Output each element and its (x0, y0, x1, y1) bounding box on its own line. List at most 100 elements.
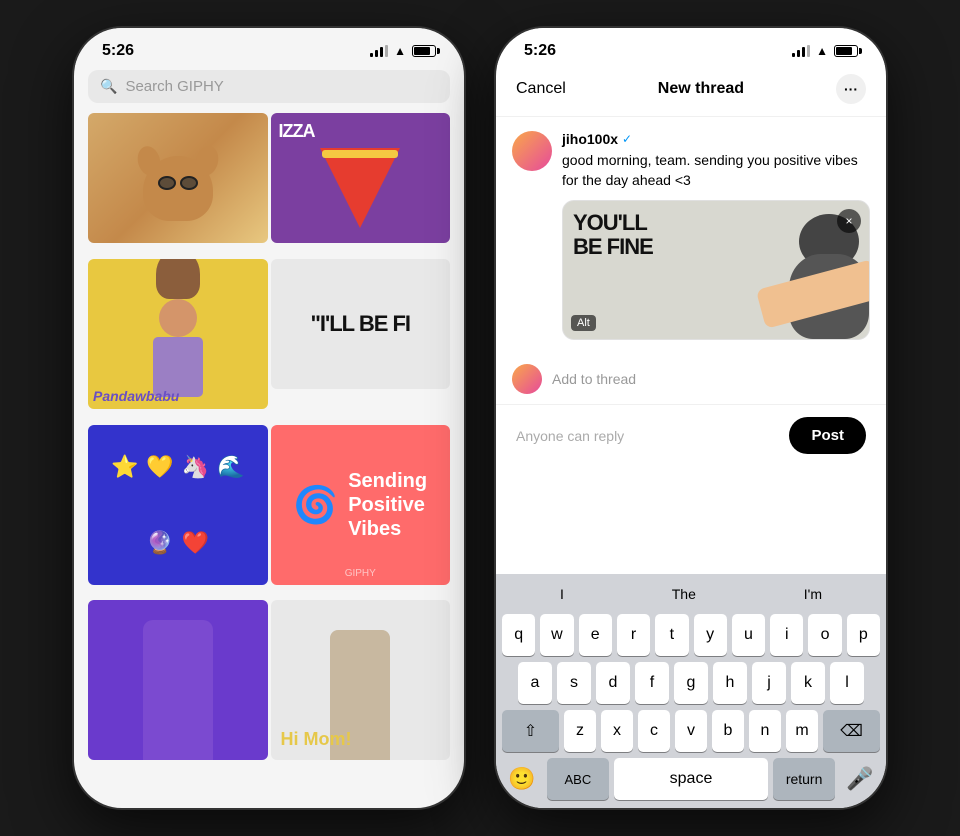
gif-girl[interactable]: Pandawbabu (88, 259, 268, 409)
mic-key[interactable]: 🎤 (840, 759, 880, 799)
new-thread-title: New thread (658, 80, 744, 98)
positive-vibes-text: SendingPositiveVibes (348, 469, 427, 541)
remove-gif-button[interactable]: × (837, 209, 861, 233)
abc-key[interactable]: ABC (547, 758, 609, 800)
key-b[interactable]: b (712, 710, 744, 752)
status-time: 5:26 (102, 42, 134, 60)
status-time-2: 5:26 (524, 42, 556, 60)
pizza-label: IZZA (279, 121, 315, 142)
gif-youll-be-fine[interactable]: "I'LL BE FI (271, 259, 451, 389)
search-placeholder: Search GIPHY (125, 78, 223, 95)
cancel-button[interactable]: Cancel (516, 80, 566, 98)
suggestion-1[interactable]: I (552, 582, 572, 606)
girl-caption: Pandawbabu (93, 388, 179, 404)
key-l[interactable]: l (830, 662, 864, 704)
signal-icon-2 (792, 45, 810, 57)
key-f[interactable]: f (635, 662, 669, 704)
dog-graphic (143, 156, 213, 221)
giphy-search-bar[interactable]: 🔍 Search GIPHY (88, 70, 450, 103)
keyboard-row-1: q w e r t y u i o p (502, 614, 880, 656)
emoji-4: 🌊 (217, 454, 244, 480)
key-w[interactable]: w (540, 614, 573, 656)
threads-footer: Anyone can reply Post (496, 404, 886, 466)
key-t[interactable]: t (655, 614, 688, 656)
battery-icon-2 (834, 45, 858, 57)
space-key[interactable]: space (614, 758, 768, 800)
post-text[interactable]: good morning, team. sending you positive… (562, 151, 870, 190)
key-x[interactable]: x (601, 710, 633, 752)
key-g[interactable]: g (674, 662, 708, 704)
key-m[interactable]: m (786, 710, 818, 752)
suggestion-2[interactable]: The (664, 582, 704, 606)
gif-grid: IZZA Pandawbabu "I'LL BE FI ⭐ 💛 🦄 🌊 🔮 ❤️ (74, 113, 464, 773)
key-n[interactable]: n (749, 710, 781, 752)
woman-graphic (143, 620, 213, 760)
emoji-1: ⭐ (111, 454, 138, 480)
shift-key[interactable]: ⇧ (502, 710, 559, 752)
wifi-icon-2: ▲ (816, 44, 828, 58)
wifi-icon: ▲ (394, 44, 406, 58)
positive-emoji: 🌀 (293, 484, 338, 526)
reply-permission-label: Anyone can reply (516, 428, 624, 444)
emoji-3: 🦄 (182, 454, 209, 480)
keyboard-row-3: ⇧ z x c v b n m ⌫ (502, 710, 880, 752)
key-o[interactable]: o (808, 614, 841, 656)
gif-alt-label[interactable]: Alt (571, 315, 596, 331)
gif-hi-mom[interactable]: Hi Mom! (271, 600, 451, 760)
giphy-brand: GIPHY (345, 568, 376, 579)
gif-emoji-magnets[interactable]: ⭐ 💛 🦄 🌊 🔮 ❤️ (88, 425, 268, 585)
gif-positive-vibes[interactable]: 🌀 SendingPositiveVibes GIPHY (271, 425, 451, 585)
giphy-phone: 5:26 ▲ 🔍 Search GIPHY (74, 28, 464, 808)
key-r[interactable]: r (617, 614, 650, 656)
keyboard-suggestions: I The I'm (502, 582, 880, 606)
add-to-thread-label: Add to thread (552, 371, 636, 387)
post-gif-text: YOU'LLBE FINE (573, 211, 653, 259)
search-icon: 🔍 (100, 78, 117, 95)
add-to-thread-row[interactable]: Add to thread (496, 354, 886, 404)
poster-avatar (512, 131, 552, 171)
post-compose-area: jiho100x ✓ good morning, team. sending y… (496, 117, 886, 354)
key-y[interactable]: y (694, 614, 727, 656)
key-k[interactable]: k (791, 662, 825, 704)
key-p[interactable]: p (847, 614, 880, 656)
key-c[interactable]: c (638, 710, 670, 752)
key-v[interactable]: v (675, 710, 707, 752)
emoji-key[interactable]: 🙂 (502, 759, 542, 799)
status-bar-2: 5:26 ▲ (496, 28, 886, 66)
hi-mom-label: Hi Mom! (281, 729, 352, 750)
status-icons-2: ▲ (792, 44, 858, 58)
gif-dog[interactable] (88, 113, 268, 243)
key-q[interactable]: q (502, 614, 535, 656)
gif-woman[interactable] (88, 600, 268, 760)
key-s[interactable]: s (557, 662, 591, 704)
keyboard-row-2: a s d f g h j k l (502, 662, 880, 704)
key-e[interactable]: e (579, 614, 612, 656)
post-gif-scene: YOU'LLBE FINE (563, 201, 869, 339)
verified-badge: ✓ (622, 132, 632, 146)
emoji-6: ❤️ (182, 530, 209, 556)
pizza-graphic (320, 148, 400, 228)
key-d[interactable]: d (596, 662, 630, 704)
post-user-row: jiho100x ✓ (562, 131, 870, 147)
threads-phone: 5:26 ▲ Cancel New thread ··· jiho100x ✓ … (496, 28, 886, 808)
signal-icon (370, 45, 388, 57)
gif-pizza[interactable]: IZZA (271, 113, 451, 243)
key-h[interactable]: h (713, 662, 747, 704)
key-u[interactable]: u (732, 614, 765, 656)
youll-be-fine-text: "I'LL BE FI (310, 312, 410, 336)
post-content: jiho100x ✓ good morning, team. sending y… (562, 131, 870, 340)
suggestion-3[interactable]: I'm (796, 582, 830, 606)
post-gif-container: YOU'LLBE FINE × Alt (562, 200, 870, 340)
more-options-button[interactable]: ··· (836, 74, 866, 104)
key-j[interactable]: j (752, 662, 786, 704)
post-button[interactable]: Post (789, 417, 866, 454)
delete-key[interactable]: ⌫ (823, 710, 880, 752)
threads-header: Cancel New thread ··· (496, 66, 886, 117)
return-key[interactable]: return (773, 758, 835, 800)
user-avatar-small (512, 364, 542, 394)
emoji-5: 🔮 (146, 530, 173, 556)
key-z[interactable]: z (564, 710, 596, 752)
key-i[interactable]: i (770, 614, 803, 656)
post-username: jiho100x (562, 131, 618, 147)
key-a[interactable]: a (518, 662, 552, 704)
